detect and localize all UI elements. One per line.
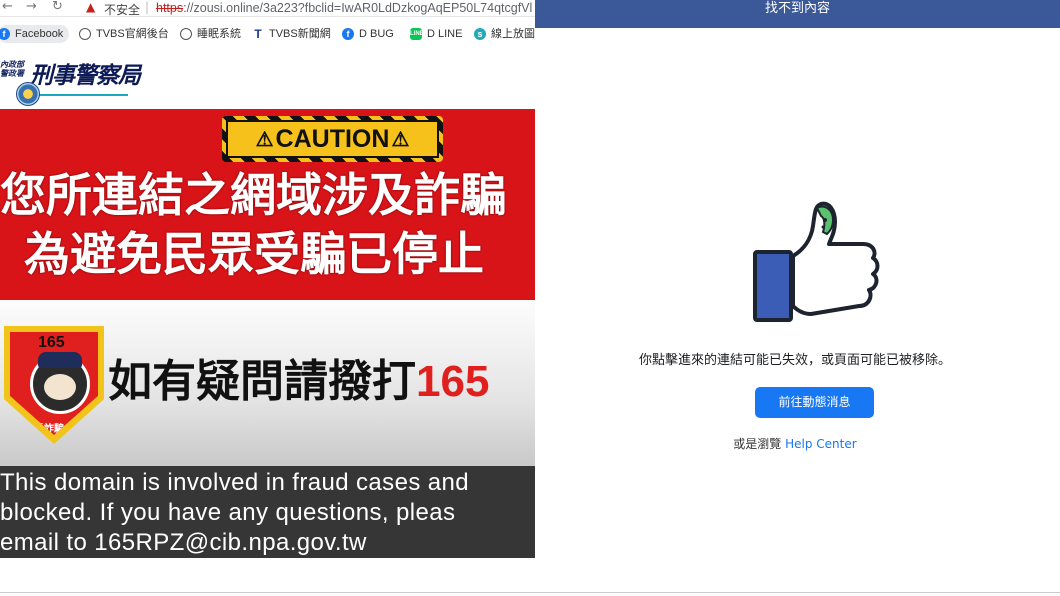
english-notice: This domain is involved in fraud cases a… xyxy=(0,466,535,558)
page-title: 找不到內容 xyxy=(535,0,1060,28)
bookmark-online-image[interactable]: s 線上放圖 xyxy=(474,25,535,43)
bookmark-d-line[interactable]: LINE D LINE xyxy=(410,25,462,43)
facebook-not-found-page: 找不到內容 你點擊進來的連結可能已失效，或頁面可能已被移除。 前往動態消息 或是… xyxy=(535,0,1060,568)
divider xyxy=(0,592,1060,593)
bookmark-d-bug[interactable]: f D BUG xyxy=(342,25,394,43)
police-emblem-icon xyxy=(16,82,40,106)
warning-triangle-icon: ⚠ xyxy=(255,128,274,151)
forward-arrow-icon[interactable]: → xyxy=(26,0,37,14)
back-arrow-icon[interactable]: ← xyxy=(2,0,13,14)
english-line-1: This domain is involved in fraud cases a… xyxy=(0,469,470,496)
not-found-message: 你點擊進來的連結可能已失效，或頁面可能已被移除。 xyxy=(638,353,951,368)
bookmarks-bar: f Facebook TVBS官網後台 睡眠系統 T TVBS新聞網 fD BUG … xyxy=(0,21,535,47)
police-hat-icon xyxy=(38,352,82,368)
globe-icon xyxy=(180,28,192,40)
globe-icon xyxy=(79,28,91,40)
police-org-small: 內政部 警政署 xyxy=(0,60,24,78)
warning-line-1: 您所連結之網域涉及詐騙 xyxy=(0,168,506,222)
url-rest: ://zousi.online/3a223?fbclid=IwAR0LdDzko… xyxy=(183,1,533,15)
caution-label: CAUTION xyxy=(275,124,390,153)
bookmark-sleep-system[interactable]: 睡眠系統 xyxy=(180,25,241,43)
bookmark-tvbs-news[interactable]: T TVBS新聞網 xyxy=(252,25,331,43)
bookmark-tvbs-admin[interactable]: TVBS官網後台 xyxy=(79,25,169,43)
facebook-icon: f xyxy=(0,28,10,40)
warning-line-2: 為避免民眾受騙已停止 xyxy=(24,227,484,281)
police-logo: 內政部 警政署 刑事警察局 xyxy=(0,52,141,108)
go-to-news-feed-button[interactable]: 前往動態消息 xyxy=(755,387,874,418)
address-separator: | xyxy=(145,0,150,14)
facebook-icon: f xyxy=(342,28,354,40)
bookmark-label: TVBS新聞網 xyxy=(269,28,331,40)
warning-triangle-icon: ▲ xyxy=(86,0,96,14)
call-hotline-text: 如有疑問請撥打165 xyxy=(108,352,489,412)
screenshot-root: ← → ↻ ▲ 不安全 | https://zousi.online/3a223… xyxy=(0,0,1060,596)
bookmark-label: TVBS官網後台 xyxy=(96,28,169,40)
address-bar[interactable]: ← → ↻ ▲ 不安全 | https://zousi.online/3a223… xyxy=(0,0,535,17)
warning-triangle-icon: ⚠ xyxy=(391,128,410,151)
bookmark-facebook[interactable]: f Facebook xyxy=(0,25,70,43)
url-text[interactable]: https://zousi.online/3a223?fbclid=IwAR0L… xyxy=(156,1,532,15)
bookmark-label: D BUG xyxy=(359,28,394,40)
browse-help: 或是瀏覽 Help Center xyxy=(515,435,1060,452)
line-app-icon: LINE xyxy=(410,28,424,40)
bookmark-label: D LINE xyxy=(427,28,463,40)
english-line-2: blocked. If you have any questions, plea… xyxy=(0,499,456,526)
bottom-strip xyxy=(0,568,1060,596)
fraud-warning-page: ← → ↻ ▲ 不安全 | https://zousi.online/3a223… xyxy=(0,0,535,568)
caution-sign: ⚠ CAUTION ⚠ xyxy=(222,116,443,162)
bookmark-label: Facebook xyxy=(15,28,64,40)
logo-underline xyxy=(36,94,128,96)
call-prompt: 如有疑問請撥打 xyxy=(108,356,416,407)
hotline-number: 165 xyxy=(416,357,490,406)
tvbs-logo-icon: T xyxy=(254,27,262,41)
badge-number: 165 xyxy=(38,334,65,351)
thumbs-up-broken-icon xyxy=(753,201,880,322)
reload-icon[interactable]: ↻ xyxy=(52,0,63,14)
bear-face-icon xyxy=(44,374,76,400)
url-scheme: https xyxy=(156,1,184,15)
english-line-3: email to 165RPZ@cib.npa.gov.tw xyxy=(0,529,367,556)
bookmark-label: 線上放圖 xyxy=(491,28,535,40)
police-org-name: 刑事警察局 xyxy=(30,62,141,89)
help-center-link[interactable]: Help Center xyxy=(785,437,857,451)
insecure-label[interactable]: 不安全 xyxy=(104,1,140,16)
upload-service-icon: s xyxy=(474,28,486,40)
browse-prefix: 或是瀏覽 xyxy=(733,437,786,451)
bookmark-label: 睡眠系統 xyxy=(197,28,241,40)
